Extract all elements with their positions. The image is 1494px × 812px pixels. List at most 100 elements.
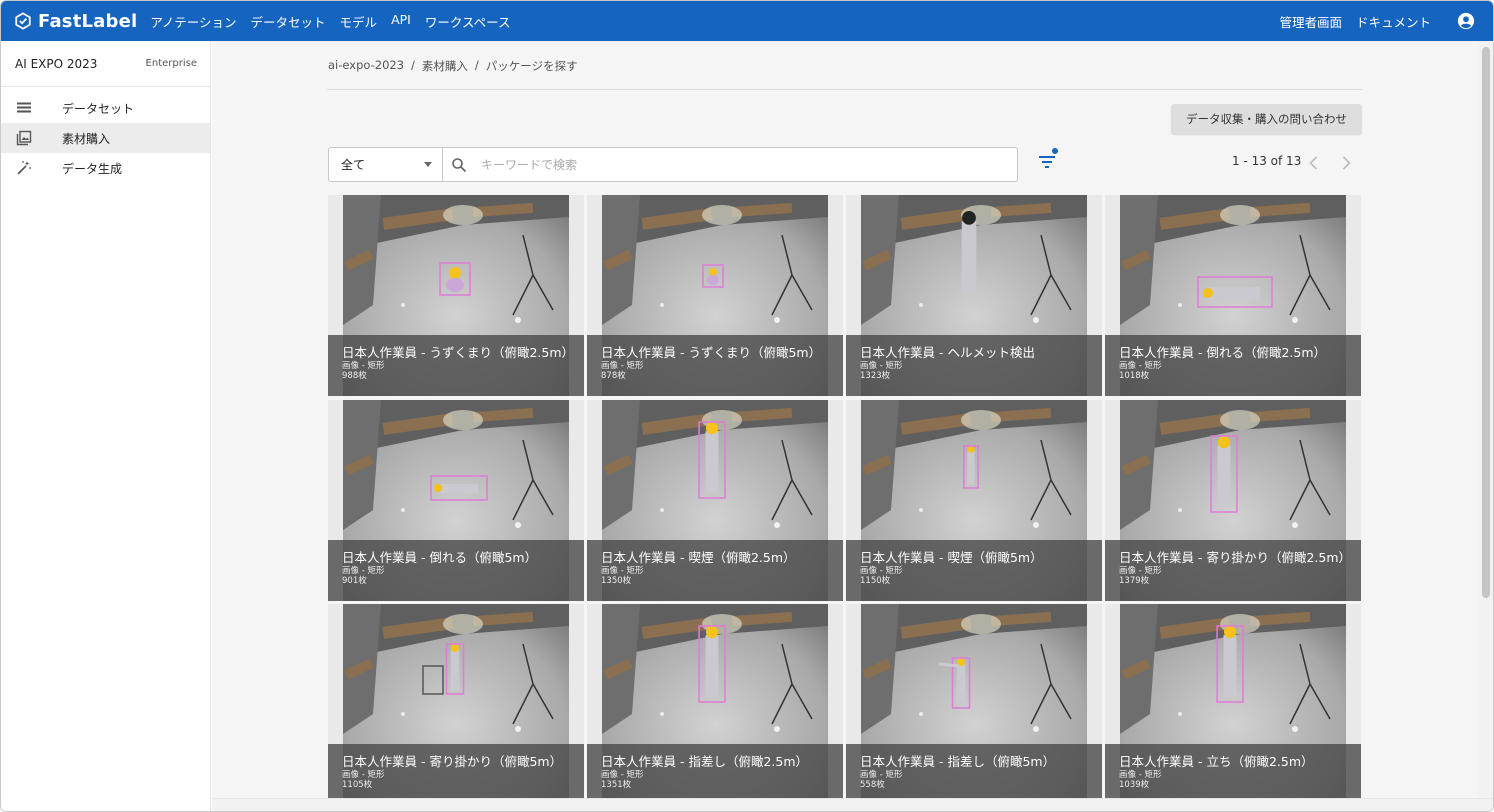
breadcrumb-separator: / — [474, 58, 479, 72]
package-count: 1105枚 — [342, 780, 373, 790]
sidebar-item-material-purchase[interactable]: 素材購入 — [1, 123, 210, 153]
workspace-name: AI EXPO 2023 — [15, 56, 98, 71]
nav-workspace[interactable]: ワークスペース — [425, 12, 511, 31]
package-caption: 日本人作業員 - 寄り掛かり（俯瞰5m） 画像 - 矩形 1105枚 — [328, 744, 584, 798]
package-title: 日本人作業員 - うずくまり（俯瞰2.5m） — [342, 345, 574, 360]
nav-api[interactable]: API — [391, 12, 411, 31]
package-type: 画像 - 矩形 — [342, 361, 385, 371]
package-type: 画像 - 矩形 — [601, 566, 644, 576]
nav-dataset[interactable]: データセット — [251, 12, 326, 31]
sidebar-item-label: データ生成 — [62, 161, 123, 176]
package-count: 1018枚 — [1119, 371, 1150, 381]
nav-model[interactable]: モデル — [340, 12, 378, 31]
breadcrumb-separator: / — [411, 58, 415, 72]
package-type: 画像 - 矩形 — [860, 566, 903, 576]
fastlabel-logo-icon — [15, 12, 31, 30]
search-input[interactable] — [481, 157, 981, 172]
sidebar: AI EXPO 2023 Enterprise データセット 素材購入 データ生… — [1, 41, 211, 811]
package-card[interactable]: 日本人作業員 - 喫煙（俯瞰5m） 画像 - 矩形 1150枚 — [846, 400, 1102, 601]
package-card[interactable]: 日本人作業員 - 喫煙（俯瞰2.5m） 画像 - 矩形 1350枚 — [587, 400, 843, 601]
package-card[interactable]: 日本人作業員 - 寄り掛かり（俯瞰2.5m） 画像 - 矩形 1379枚 — [1105, 400, 1361, 601]
package-caption: 日本人作業員 - うずくまり（俯瞰5m） 画像 - 矩形 878枚 — [587, 335, 843, 396]
package-title: 日本人作業員 - 喫煙（俯瞰2.5m） — [601, 550, 796, 565]
package-caption: 日本人作業員 - 指差し（俯瞰5m） 画像 - 矩形 558枚 — [846, 744, 1102, 798]
package-title: 日本人作業員 - 倒れる（俯瞰5m） — [342, 550, 538, 565]
package-type: 画像 - 矩形 — [1119, 770, 1162, 780]
package-caption: 日本人作業員 - 喫煙（俯瞰5m） 画像 - 矩形 1150枚 — [846, 540, 1102, 601]
nav-docs[interactable]: ドキュメント — [1356, 12, 1431, 31]
package-caption: 日本人作業員 - 倒れる（俯瞰5m） 画像 - 矩形 901枚 — [328, 540, 584, 601]
package-grid: 日本人作業員 - うずくまり（俯瞰2.5m） 画像 - 矩形 988枚 日本人作業員 … — [328, 195, 1363, 798]
package-count: 1351枚 — [601, 780, 632, 790]
sidebar-item-label: データセット — [62, 101, 135, 116]
pagination-label: 1 - 13 of 13 — [1232, 154, 1302, 168]
package-title: 日本人作業員 - 寄り掛かり（俯瞰5m） — [342, 754, 563, 769]
workspace-header[interactable]: AI EXPO 2023 Enterprise — [1, 41, 210, 87]
package-count: 558枚 — [860, 780, 885, 790]
package-type: 画像 - 矩形 — [601, 770, 644, 780]
category-select-value: 全て — [341, 158, 366, 172]
workspace-plan: Enterprise — [145, 58, 197, 69]
app-window: FastLabel アノテーション データセット モデル API ワークスペース… — [0, 0, 1494, 812]
package-caption: 日本人作業員 - 指差し（俯瞰2.5m） 画像 - 矩形 1351枚 — [587, 744, 843, 798]
package-caption: 日本人作業員 - 倒れる（俯瞰2.5m） 画像 - 矩形 1018枚 — [1105, 335, 1361, 396]
gallery-icon — [16, 130, 32, 146]
package-caption: 日本人作業員 - ヘルメット検出 画像 - 矩形 1323枚 — [846, 335, 1102, 396]
magic-wand-icon — [16, 160, 32, 176]
divider — [327, 89, 1362, 90]
package-title: 日本人作業員 - ヘルメット検出 — [860, 345, 1035, 360]
breadcrumb-workspace[interactable]: ai-expo-2023 — [328, 58, 404, 74]
package-type: 画像 - 矩形 — [1119, 566, 1162, 576]
search-icon — [452, 157, 467, 172]
chevron-right-icon[interactable] — [1336, 153, 1356, 173]
sidebar-item-dataset[interactable]: データセット — [1, 93, 210, 123]
package-count: 1379枚 — [1119, 576, 1150, 586]
package-count: 878枚 — [601, 371, 626, 381]
package-count: 1323枚 — [860, 371, 891, 381]
package-card[interactable]: 日本人作業員 - うずくまり（俯瞰2.5m） 画像 - 矩形 988枚 — [328, 195, 584, 396]
package-card[interactable]: 日本人作業員 - 倒れる（俯瞰2.5m） 画像 - 矩形 1018枚 — [1105, 195, 1361, 396]
package-card[interactable]: 日本人作業員 - 立ち（俯瞰2.5m） 画像 - 矩形 1039枚 — [1105, 604, 1361, 798]
sidebar-item-data-generation[interactable]: データ生成 — [1, 153, 210, 183]
package-type: 画像 - 矩形 — [342, 566, 385, 576]
package-count: 988枚 — [342, 371, 367, 381]
nav-right: 管理者画面 ドキュメント — [1279, 1, 1493, 41]
nav-annotation[interactable]: アノテーション — [150, 12, 236, 31]
package-card[interactable]: 日本人作業員 - 寄り掛かり（俯瞰5m） 画像 - 矩形 1105枚 — [328, 604, 584, 798]
package-card[interactable]: 日本人作業員 - 指差し（俯瞰2.5m） 画像 - 矩形 1351枚 — [587, 604, 843, 798]
category-select[interactable]: 全て — [328, 147, 443, 182]
package-title: 日本人作業員 - うずくまり（俯瞰5m） — [601, 345, 822, 360]
package-title: 日本人作業員 - 指差し（俯瞰5m） — [860, 754, 1056, 769]
filter-active-dot — [1052, 148, 1058, 154]
package-title: 日本人作業員 - 喫煙（俯瞰5m） — [860, 550, 1043, 565]
contact-button[interactable]: データ収集・購入の問い合わせ — [1171, 104, 1362, 134]
breadcrumb-material-purchase[interactable]: 素材購入 — [422, 58, 468, 74]
breadcrumb-current: パッケージを探す — [485, 59, 578, 73]
top-nav-bar: FastLabel アノテーション データセット モデル API ワークスペース… — [1, 1, 1493, 41]
package-card[interactable]: 日本人作業員 - うずくまり（俯瞰5m） 画像 - 矩形 878枚 — [587, 195, 843, 396]
package-type: 画像 - 矩形 — [601, 361, 644, 371]
package-type: 画像 - 矩形 — [860, 361, 903, 371]
package-caption: 日本人作業員 - 寄り掛かり（俯瞰2.5m） 画像 - 矩形 1379枚 — [1105, 540, 1361, 601]
package-type: 画像 - 矩形 — [1119, 361, 1162, 371]
breadcrumb: ai-expo-2023 / 素材購入 / パッケージを探す — [328, 58, 585, 74]
package-title: 日本人作業員 - 立ち（俯瞰2.5m） — [1119, 754, 1314, 769]
package-type: 画像 - 矩形 — [860, 770, 903, 780]
package-card[interactable]: 日本人作業員 - 指差し（俯瞰5m） 画像 - 矩形 558枚 — [846, 604, 1102, 798]
account-icon[interactable] — [1457, 12, 1475, 30]
scrollbar-thumb[interactable] — [1482, 47, 1490, 598]
horizontal-scrollbar[interactable] — [212, 798, 1493, 811]
package-title: 日本人作業員 - 寄り掛かり（俯瞰2.5m） — [1119, 550, 1351, 565]
package-caption: 日本人作業員 - 立ち（俯瞰2.5m） 画像 - 矩形 1039枚 — [1105, 744, 1361, 798]
package-card[interactable]: 日本人作業員 - 倒れる（俯瞰5m） 画像 - 矩形 901枚 — [328, 400, 584, 601]
package-card[interactable]: 日本人作業員 - ヘルメット検出 画像 - 矩形 1323枚 — [846, 195, 1102, 396]
brand[interactable]: FastLabel — [14, 11, 137, 32]
package-caption: 日本人作業員 - うずくまり（俯瞰2.5m） 画像 - 矩形 988枚 — [328, 335, 584, 396]
brand-name: FastLabel — [38, 10, 138, 32]
list-icon — [16, 100, 32, 116]
chevron-left-icon[interactable] — [1304, 153, 1324, 173]
package-count: 1039枚 — [1119, 780, 1150, 790]
package-title: 日本人作業員 - 指差し（俯瞰2.5m） — [601, 754, 809, 769]
nav-admin[interactable]: 管理者画面 — [1279, 12, 1342, 31]
package-caption: 日本人作業員 - 喫煙（俯瞰2.5m） 画像 - 矩形 1350枚 — [587, 540, 843, 601]
